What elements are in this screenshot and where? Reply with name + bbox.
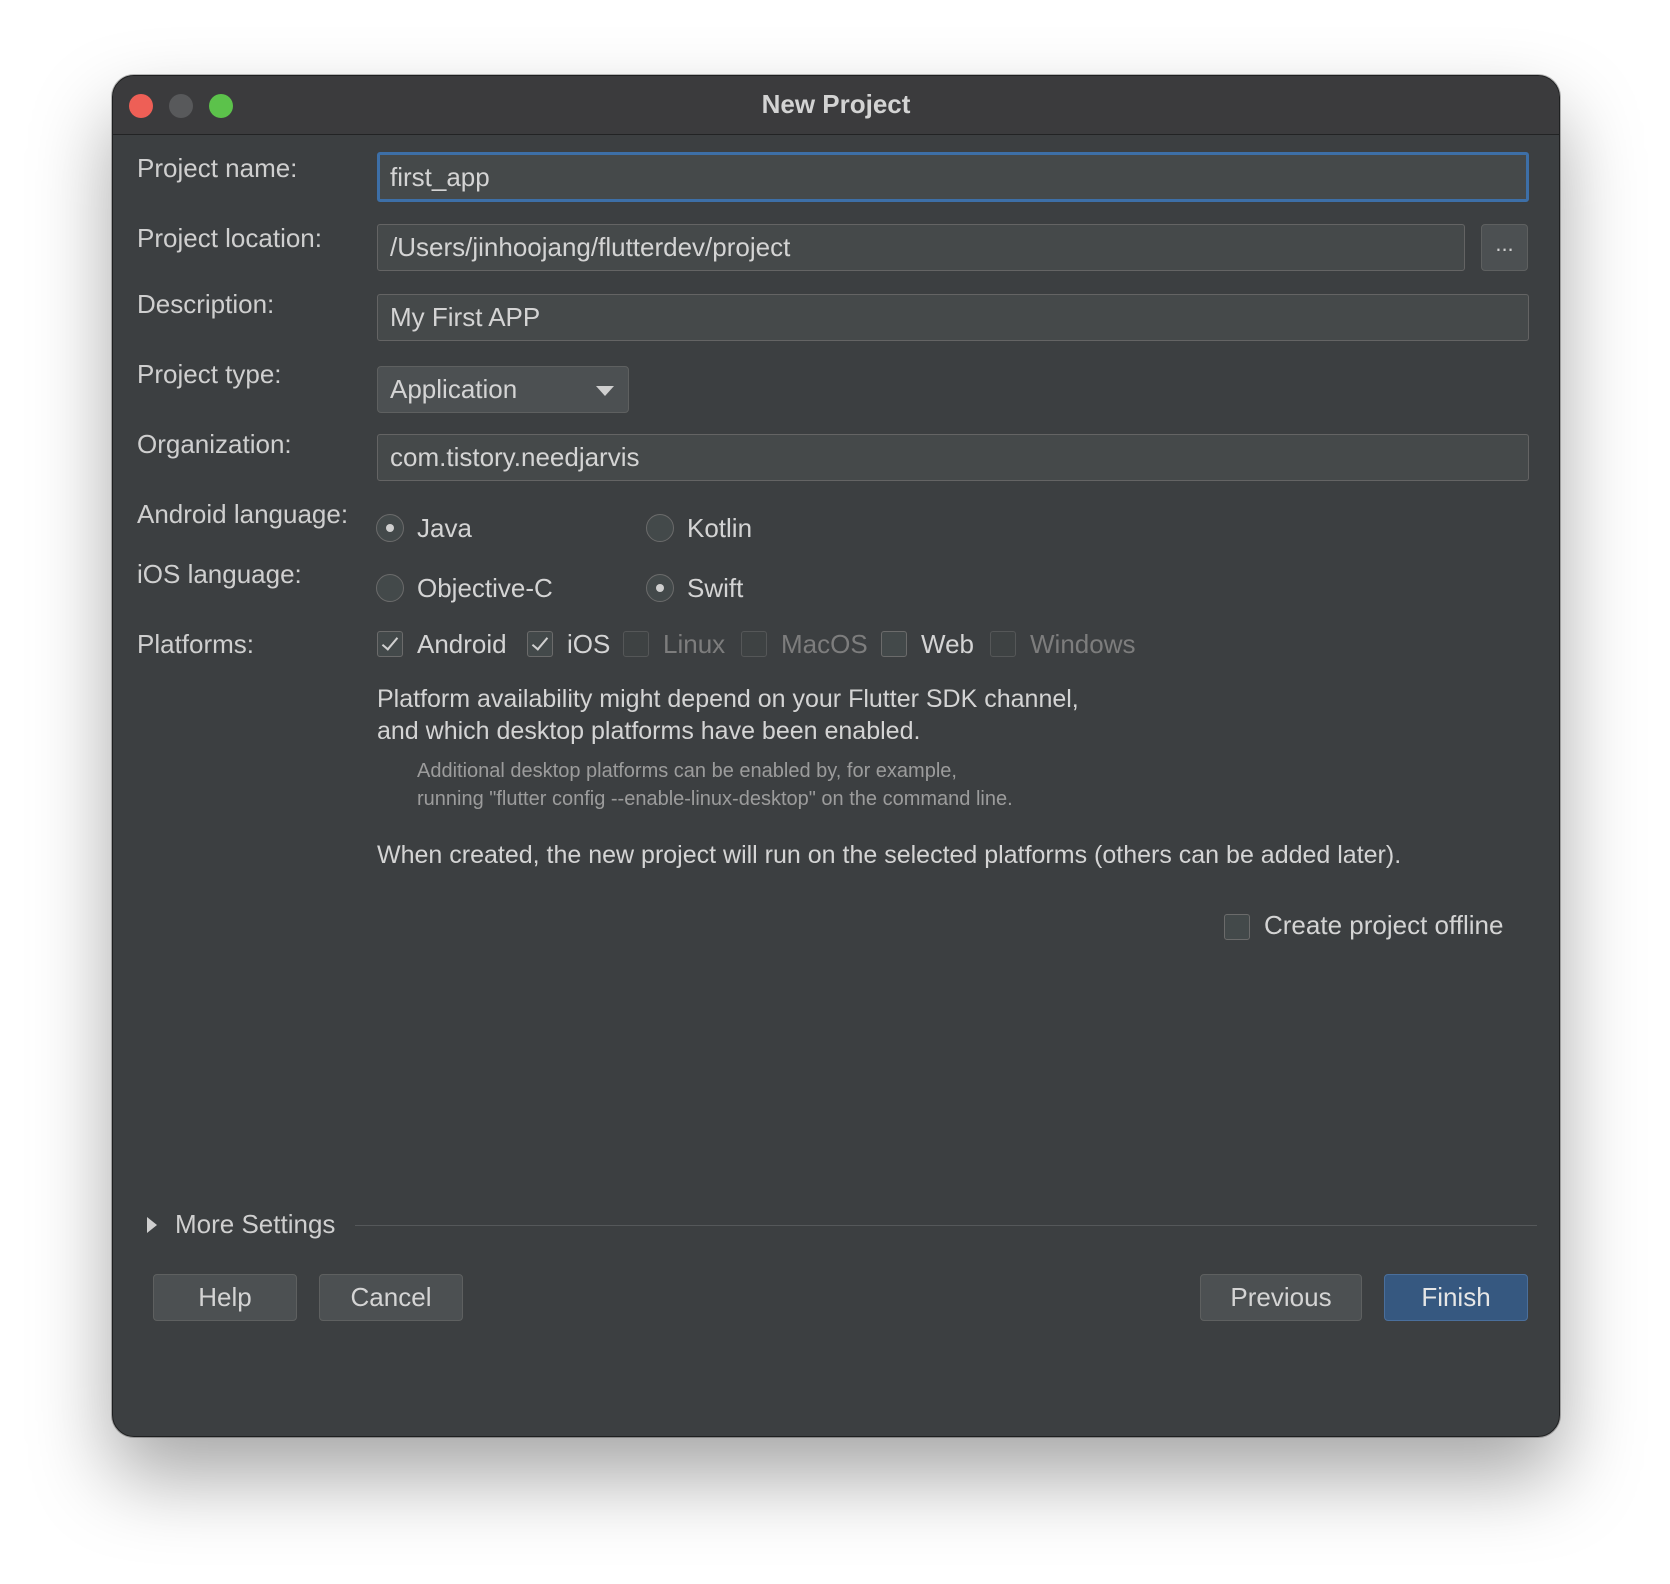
created-note: When created, the new project will run o… xyxy=(377,841,1402,869)
more-settings-toggle[interactable]: More Settings xyxy=(175,1209,335,1240)
ios-language-label: iOS language: xyxy=(137,559,302,589)
project-type-dropdown[interactable]: Application xyxy=(377,366,629,413)
finish-button[interactable]: Finish xyxy=(1384,1274,1528,1321)
title-bar: New Project xyxy=(113,76,1559,135)
platform-linux-label: Linux xyxy=(663,629,726,659)
chevron-down-icon xyxy=(596,386,614,396)
platform-android-label[interactable]: Android xyxy=(417,629,507,660)
platform-macos-checkbox xyxy=(741,631,767,657)
previous-button[interactable]: Previous xyxy=(1200,1274,1362,1321)
platform-linux-checkbox xyxy=(623,631,649,657)
project-type-label: Project type: xyxy=(137,359,282,389)
expand-triangle-icon[interactable] xyxy=(147,1217,157,1233)
platform-note-line2: and which desktop platforms have been en… xyxy=(377,717,921,745)
platform-note-line1: Platform availability might depend on yo… xyxy=(377,685,1079,713)
organization-label: Organization: xyxy=(137,429,292,459)
ios-objc-radio[interactable] xyxy=(376,574,404,602)
create-offline-checkbox[interactable] xyxy=(1224,914,1250,940)
platforms-label: Platforms: xyxy=(137,629,255,659)
android-kotlin-label[interactable]: Kotlin xyxy=(687,513,752,544)
new-project-dialog: New Project Project name: Project locati… xyxy=(112,75,1560,1437)
platform-ios-checkbox[interactable] xyxy=(527,631,553,657)
more-settings-divider xyxy=(355,1225,1537,1226)
create-offline-label[interactable]: Create project offline xyxy=(1264,910,1503,941)
android-language-label: Android language: xyxy=(137,499,349,529)
help-button[interactable]: Help xyxy=(153,1274,297,1321)
platform-windows-checkbox xyxy=(990,631,1016,657)
platform-web-label[interactable]: Web xyxy=(921,629,974,660)
ios-swift-radio[interactable] xyxy=(646,574,674,602)
ios-objc-label[interactable]: Objective-C xyxy=(417,573,553,604)
project-location-input[interactable] xyxy=(377,224,1465,271)
description-input[interactable] xyxy=(377,294,1529,341)
project-name-label: Project name: xyxy=(137,153,298,183)
platform-windows-label: Windows xyxy=(1030,629,1136,659)
android-java-radio[interactable] xyxy=(376,514,404,542)
platform-web-checkbox[interactable] xyxy=(881,631,907,657)
project-location-label: Project location: xyxy=(137,223,322,253)
browse-location-button[interactable]: ... xyxy=(1481,224,1528,271)
platform-ios-label[interactable]: iOS xyxy=(567,629,610,660)
cancel-button[interactable]: Cancel xyxy=(319,1274,463,1321)
project-type-value: Application xyxy=(390,374,518,404)
organization-input[interactable] xyxy=(377,434,1529,481)
window-title: New Project xyxy=(761,89,911,119)
android-java-label[interactable]: Java xyxy=(417,513,472,544)
platform-android-checkbox[interactable] xyxy=(377,631,403,657)
project-name-input[interactable] xyxy=(377,152,1529,202)
description-label: Description: xyxy=(137,289,275,319)
android-kotlin-radio[interactable] xyxy=(646,514,674,542)
platform-subnote-line2: running "flutter config --enable-linux-d… xyxy=(417,788,1013,810)
platform-subnote-line1: Additional desktop platforms can be enab… xyxy=(417,760,957,782)
platform-macos-label: MacOS xyxy=(781,629,868,659)
ios-swift-label[interactable]: Swift xyxy=(687,573,743,604)
